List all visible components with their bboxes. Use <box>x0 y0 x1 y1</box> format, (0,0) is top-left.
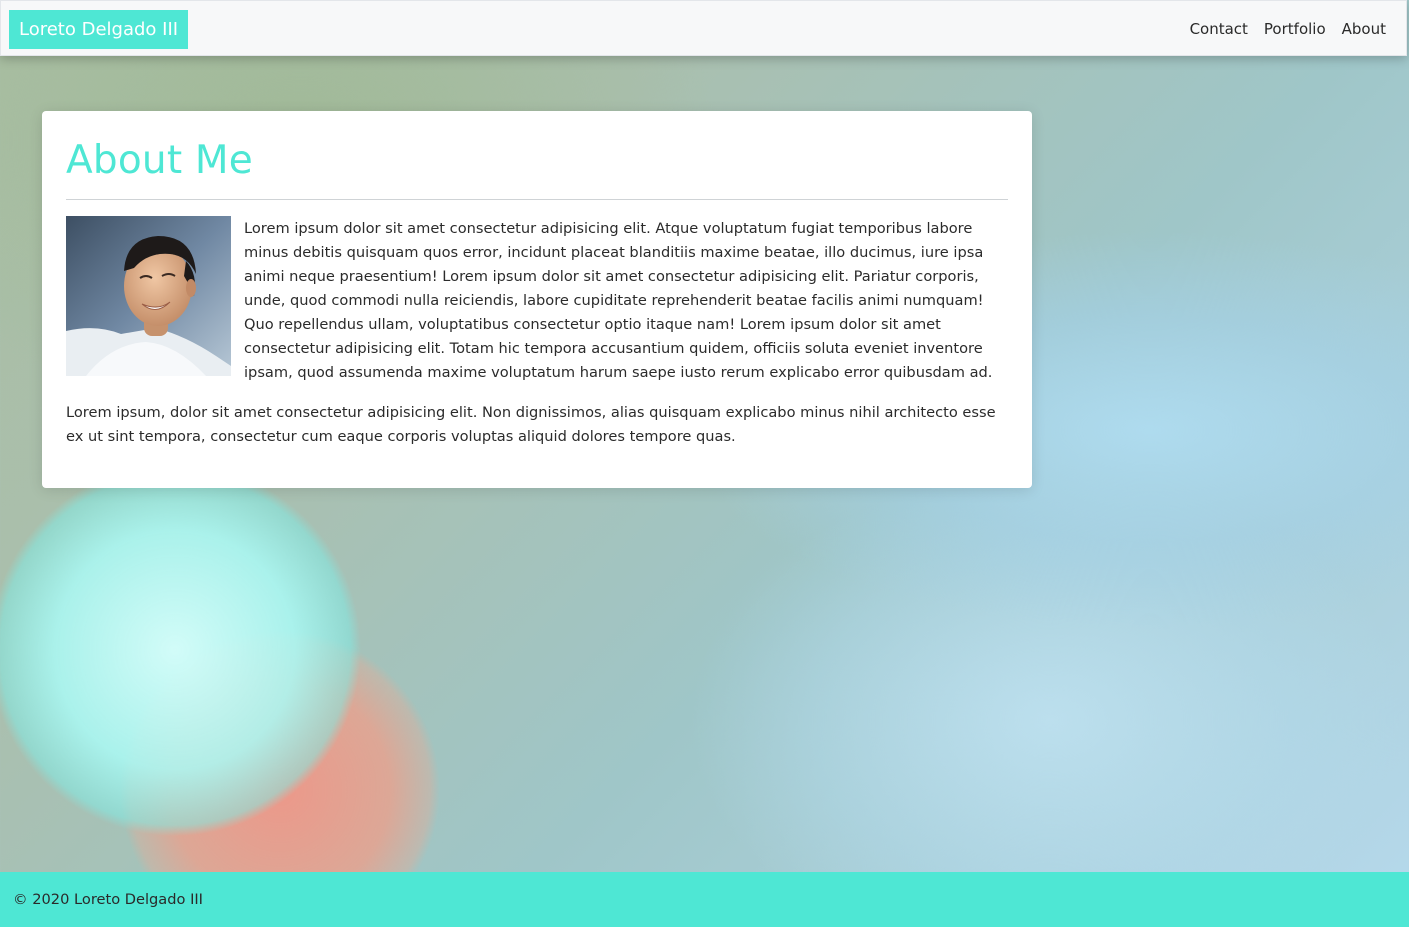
top-navbar: Loreto Delgado III Contact Portfolio Abo… <box>0 0 1407 56</box>
page-title: About Me <box>66 138 253 183</box>
about-card: About Me Lorem ipsum dolor sit amet cons… <box>42 111 1032 488</box>
about-paragraph-2: Lorem ipsum, dolor sit amet consectetur … <box>66 404 996 445</box>
about-content: Lorem ipsum dolor sit amet consectetur a… <box>66 216 1008 385</box>
nav-link-portfolio[interactable]: Portfolio <box>1264 20 1326 38</box>
nav-link-contact[interactable]: Contact <box>1190 20 1248 38</box>
nav-links: Contact Portfolio About <box>1174 1 1386 57</box>
footer-copyright: © 2020 Loreto Delgado III <box>13 891 203 908</box>
nav-link-about[interactable]: About <box>1342 20 1386 38</box>
brand-link[interactable]: Loreto Delgado III <box>9 10 189 49</box>
profile-photo <box>66 216 231 376</box>
site-footer: © 2020 Loreto Delgado III <box>0 872 1409 927</box>
title-divider <box>66 199 1008 200</box>
